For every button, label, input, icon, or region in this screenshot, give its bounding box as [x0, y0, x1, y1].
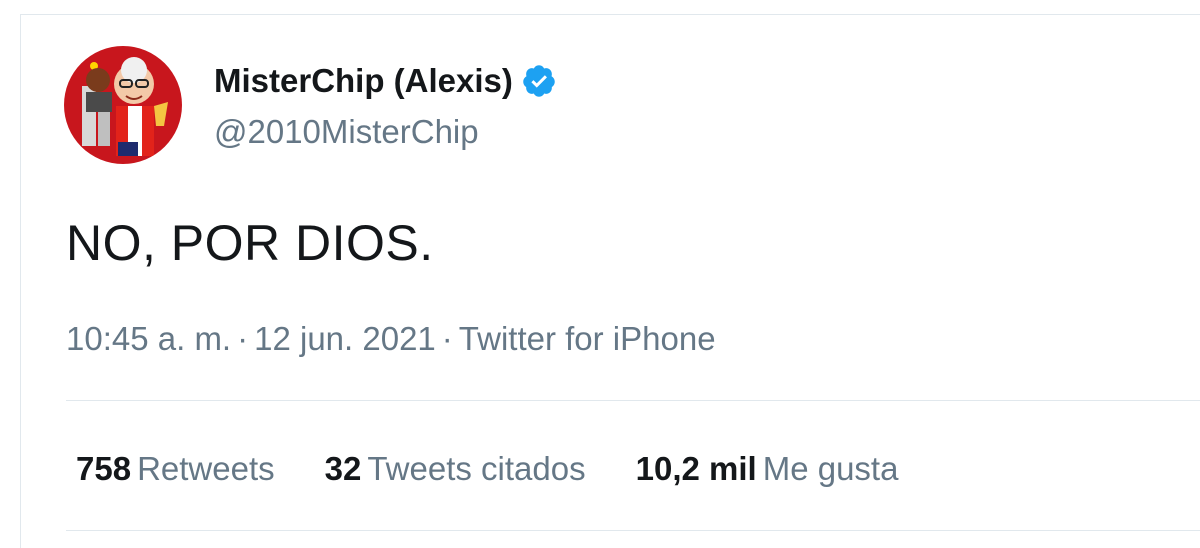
display-name[interactable]: MisterChip (Alexis) [214, 62, 513, 100]
likes-label: Me gusta [762, 450, 899, 487]
tweet-date[interactable]: 12 jun. 2021 [254, 320, 436, 357]
quotes-count: 32 [324, 450, 362, 487]
quotes-label: Tweets citados [367, 450, 586, 487]
avatar[interactable] [64, 46, 182, 164]
engagement-stats: 758 Retweets 32 Tweets citados 10,2 mil Me … [76, 450, 948, 488]
stats-bottom-divider [66, 530, 1200, 531]
retweets-count: 758 [76, 450, 132, 487]
quote-tweets-stat[interactable]: 32 Tweets citados [325, 450, 586, 488]
likes-count: 10,2 mil [635, 450, 757, 487]
tweet-source-link[interactable]: Twitter for iPhone [459, 320, 716, 357]
meta-separator: · [237, 320, 249, 357]
retweets-label: Retweets [137, 450, 275, 487]
top-divider [20, 14, 1200, 15]
tweet-text: NO, POR DIOS. [66, 215, 434, 271]
tweet-page: MisterChip (Alexis) @2010MisterChip NO, … [0, 0, 1200, 548]
stats-top-divider [66, 400, 1200, 401]
retweets-stat[interactable]: 758 Retweets [76, 450, 275, 488]
display-name-row[interactable]: MisterChip (Alexis) [214, 62, 557, 100]
tweet-time[interactable]: 10:45 a. m. [66, 320, 231, 357]
avatar-image [64, 46, 182, 164]
user-handle[interactable]: @2010MisterChip [214, 113, 479, 151]
likes-stat[interactable]: 10,2 mil Me gusta [636, 450, 899, 488]
meta-separator: · [441, 320, 453, 357]
left-border [20, 14, 21, 548]
tweet-meta: 10:45 a. m. · 12 jun. 2021 · Twitter for iPh… [66, 320, 716, 358]
verified-badge-icon [521, 63, 557, 99]
